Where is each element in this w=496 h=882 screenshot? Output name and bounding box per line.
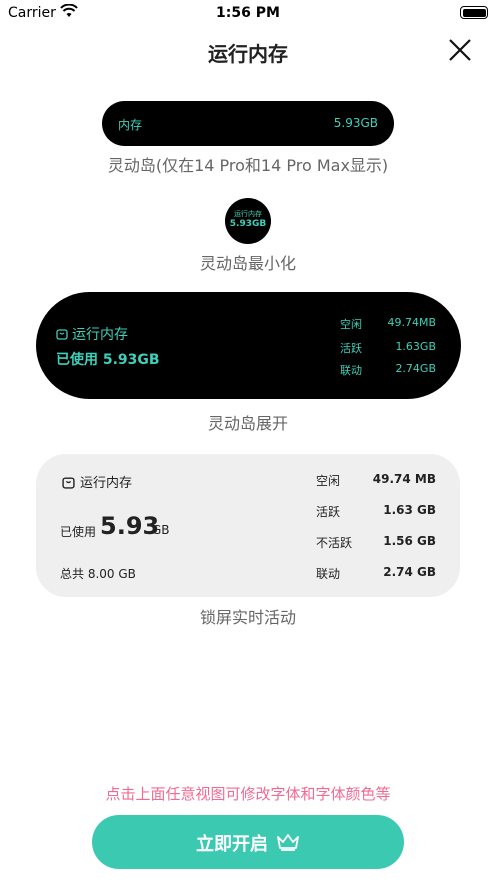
lock-card-caption: 锁屏实时活动 (199, 608, 296, 627)
clock: 1:56 PM (216, 5, 280, 21)
lock-card-total: 总共 8.00 GB (60, 567, 136, 581)
lock-card-used-value: 5.93 (100, 512, 160, 540)
island-min-preview[interactable]: 运行内存 5.93GB (225, 198, 271, 244)
island-expanded-title: 运行内存 (56, 324, 128, 344)
island-min-value: 5.93GB (229, 219, 267, 229)
memory-icon (62, 477, 75, 489)
close-icon (449, 39, 471, 61)
island-pill-label: 内存 (118, 118, 143, 132)
status-bar: Carrier 1:56 PM (0, 0, 496, 26)
lock-screen-preview[interactable]: 运行内存 已使用 5.93 GB 总共 8.00 GB 空闲 49.74 MB 活… (36, 454, 460, 597)
start-button[interactable]: 立即开启 (92, 815, 404, 869)
island-expanded-preview[interactable]: 运行内存 已使用 5.93GB 空闲 49.74MB 活跃 1.63GB 联动 2.7… (36, 292, 461, 399)
island-pill-preview[interactable]: 内存 5.93GB (102, 101, 394, 146)
island-expanded-caption: 灵动岛展开 (207, 414, 288, 433)
battery-icon (460, 6, 488, 19)
island-min-caption: 灵动岛最小化 (199, 254, 296, 273)
island-expanded-used: 已使用 5.93GB (56, 352, 160, 368)
lock-card-title: 运行内存 (62, 472, 132, 491)
crown-icon (276, 832, 300, 857)
island-min-label: 运行内存 (234, 210, 262, 218)
hint-text: 点击上面任意视图可修改字体和字体颜色等 (105, 785, 391, 803)
page-title: 运行内存 (208, 42, 288, 66)
lock-card-used-unit: GB (152, 523, 170, 537)
island-pill-caption: 灵动岛(仅在14 Pro和14 Pro Max显示) (107, 156, 389, 175)
start-button-label: 立即开启 (196, 834, 268, 855)
memory-icon (56, 329, 68, 340)
island-pill-value: 5.93GB (333, 116, 378, 130)
lock-card-used-label: 已使用 (60, 525, 97, 539)
close-button[interactable] (448, 38, 472, 62)
